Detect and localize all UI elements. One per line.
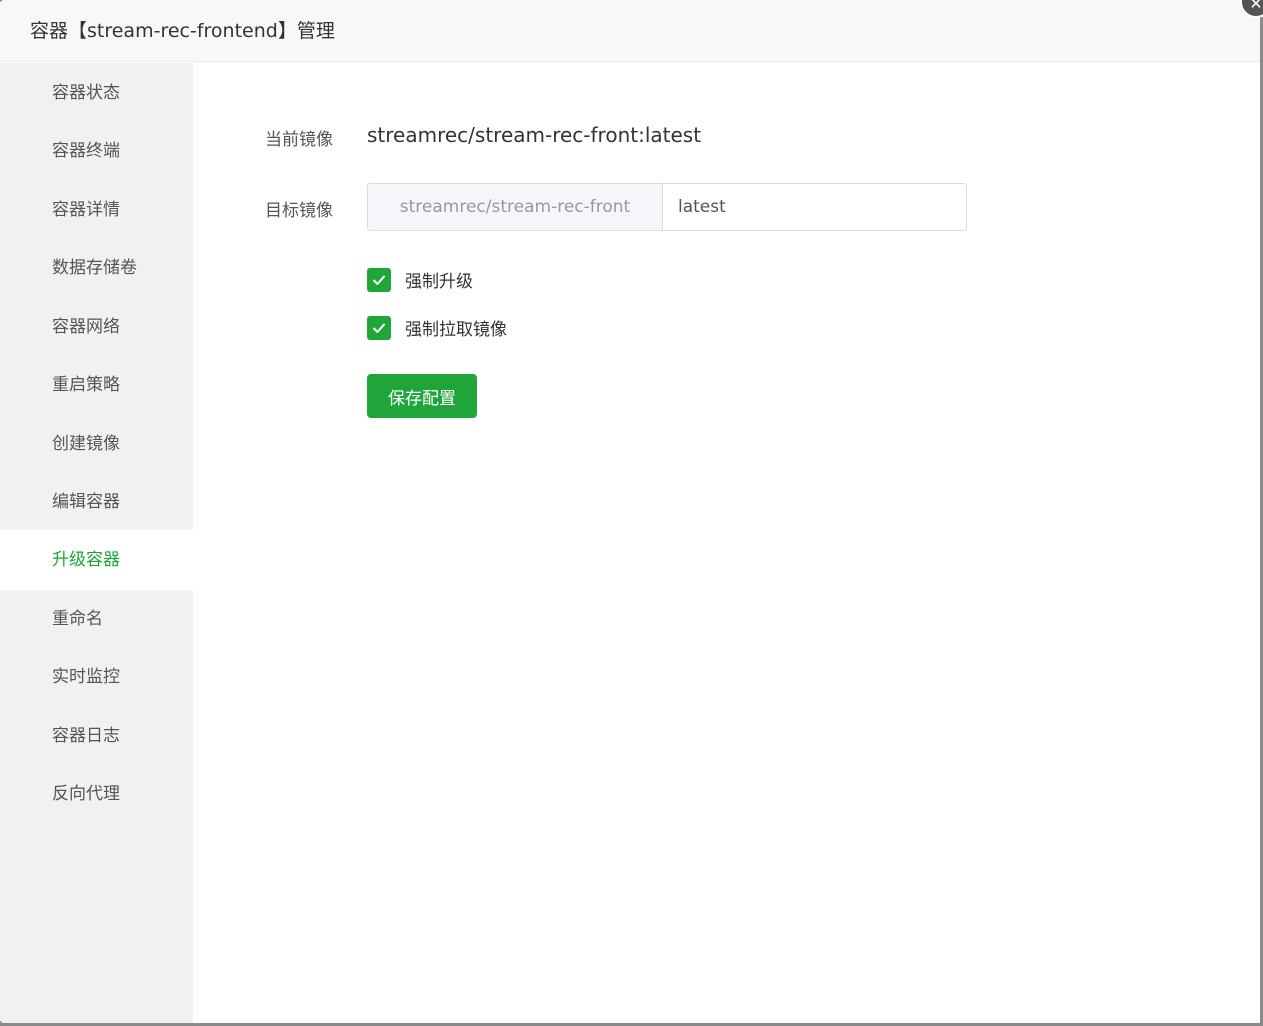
dialog-header: 容器【stream-rec-frontend】管理 (0, 0, 1260, 62)
sidebar-item-create-image[interactable]: 创建镜像 (0, 414, 193, 474)
upgrade-container-panel: 当前镜像 streamrec/stream-rec-front:latest 目… (193, 63, 1260, 1023)
checkmark-icon (373, 275, 385, 285)
force-upgrade-label: 强制升级 (405, 272, 473, 292)
sidebar-menu: 容器状态 容器终端 容器详情 数据存储卷 容器网络 重启策略 创建镜像 编辑容器… (0, 63, 193, 1023)
sidebar-item-container-details[interactable]: 容器详情 (0, 180, 193, 240)
target-image-label: 目标镜像 (265, 201, 333, 221)
sidebar-item-container-logs[interactable]: 容器日志 (0, 706, 193, 766)
target-image-input-group: streamrec/stream-rec-front (367, 183, 967, 231)
sidebar-item-storage-volumes[interactable]: 数据存储卷 (0, 238, 193, 298)
force-upgrade-checkbox-row[interactable]: 强制升级 (367, 267, 473, 292)
sidebar-item-realtime-monitor[interactable]: 实时监控 (0, 647, 193, 707)
current-image-label: 当前镜像 (265, 130, 333, 150)
sidebar-item-reverse-proxy[interactable]: 反向代理 (0, 764, 193, 824)
current-image-value: streamrec/stream-rec-front:latest (367, 123, 702, 147)
sidebar-item-container-network[interactable]: 容器网络 (0, 297, 193, 357)
target-image-tag-input[interactable] (663, 184, 966, 230)
force-pull-checkbox[interactable] (367, 315, 391, 340)
sidebar-item-container-status[interactable]: 容器状态 (0, 63, 193, 123)
dialog-title: 容器【stream-rec-frontend】管理 (30, 20, 335, 42)
save-config-button[interactable]: 保存配置 (367, 374, 477, 418)
container-manage-dialog: 容器【stream-rec-frontend】管理 容器状态 容器终端 容器详情… (0, 0, 1260, 1023)
sidebar-item-edit-container[interactable]: 编辑容器 (0, 472, 193, 532)
target-image-prefix: streamrec/stream-rec-front (368, 184, 663, 230)
sidebar-item-rename[interactable]: 重命名 (0, 589, 193, 649)
sidebar-item-container-terminal[interactable]: 容器终端 (0, 121, 193, 181)
sidebar-item-upgrade-container[interactable]: 升级容器 (0, 530, 193, 590)
checkmark-icon (373, 323, 385, 333)
force-pull-label: 强制拉取镜像 (405, 320, 507, 340)
sidebar-item-restart-policy[interactable]: 重启策略 (0, 355, 193, 415)
force-upgrade-checkbox[interactable] (367, 267, 391, 292)
force-pull-checkbox-row[interactable]: 强制拉取镜像 (367, 315, 507, 340)
